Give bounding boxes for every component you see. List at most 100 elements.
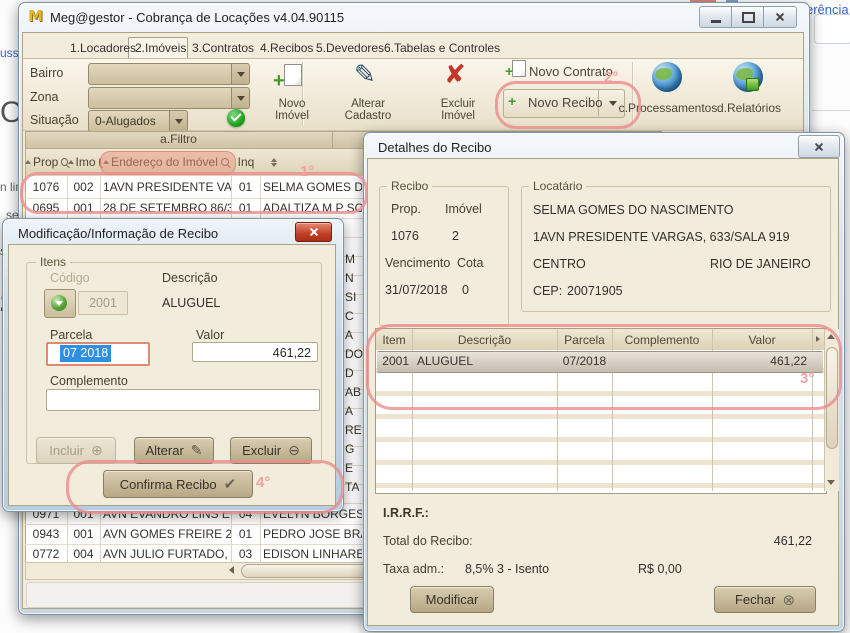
- cell-imo: 001: [68, 525, 99, 544]
- bairro-label: Bairro: [30, 66, 63, 80]
- cota-value: 0: [462, 283, 469, 297]
- cell-nome: ADALTIZA M P SOAR: [263, 199, 362, 218]
- scrollbar-thumb[interactable]: [826, 347, 838, 449]
- parcela-input[interactable]: 07 2018: [46, 342, 150, 366]
- cell-imo: 001: [68, 199, 99, 218]
- close-icon: [814, 142, 824, 152]
- column-scroll-right-icon[interactable]: [816, 336, 820, 342]
- apply-filter-button[interactable]: [227, 109, 245, 127]
- valor-cell: 461,22: [712, 352, 807, 371]
- cell-inq: 01: [232, 199, 259, 218]
- zona-select[interactable]: [88, 87, 250, 109]
- col-header-imo[interactable]: Imo: [68, 148, 100, 176]
- strip-fragment: M: [345, 250, 355, 269]
- total-value: 461,22: [740, 534, 812, 548]
- locatario-bairro: CENTRO: [533, 257, 586, 271]
- strip-fragment: G: [345, 440, 354, 459]
- plus-icon: +: [508, 93, 516, 109]
- tab-contratos[interactable]: 3.Contratos: [192, 38, 254, 58]
- complemento-input[interactable]: [46, 389, 320, 411]
- situacao-select[interactable]: 0-Alugados: [88, 110, 188, 132]
- strip-fragment: A: [345, 402, 353, 421]
- modificar-button[interactable]: Modificar: [410, 586, 494, 613]
- col-prop-label: Prop: [33, 155, 58, 169]
- tab-tabelas-controles[interactable]: 6.Tabelas e Controles: [384, 38, 500, 58]
- taxa-tipo: 3 - Isento: [497, 562, 549, 576]
- cell-nome: SELMA GOMES DO N: [263, 178, 362, 197]
- modal-details-close-button[interactable]: [798, 135, 840, 158]
- item-cell: 2001: [377, 352, 409, 371]
- col-header-item[interactable]: Item: [376, 329, 412, 350]
- excluir-label: Excluir: [242, 443, 281, 458]
- green-dropdown-icon: [51, 295, 67, 311]
- situacao-label: Situação: [30, 113, 79, 127]
- chevron-down-icon: [231, 88, 249, 108]
- check-icon: ✔: [224, 475, 237, 493]
- scroll-left-icon[interactable]: [229, 566, 234, 574]
- col-header-parcela[interactable]: Parcela: [557, 329, 612, 350]
- scroll-down-icon[interactable]: [827, 480, 835, 485]
- excluir-imovel-button[interactable]: ExcluirImóvel: [418, 98, 498, 122]
- close-circle-icon: ⊗: [782, 591, 795, 609]
- modal-edit-close-button[interactable]: [295, 222, 332, 242]
- globe-icon: [652, 62, 682, 92]
- col-header-prop[interactable]: Prop: [25, 148, 68, 176]
- codigo-picker-button[interactable]: [44, 289, 76, 318]
- excluir-button[interactable]: Excluir⊖: [230, 437, 312, 464]
- plus-circle-icon: ⊕: [91, 443, 103, 459]
- delete-x-icon: ✘: [444, 60, 466, 90]
- scroll-up-icon[interactable]: [827, 334, 835, 339]
- plus-icon: +: [505, 63, 513, 79]
- tab-recibos[interactable]: 4.Recibos: [260, 38, 313, 58]
- alterar-cadastro-button[interactable]: AlterarCadastro: [328, 98, 408, 122]
- strip-fragment: DO: [345, 345, 363, 364]
- excluir-label2: Imóvel: [441, 110, 475, 122]
- col-header-descricao[interactable]: Descrição: [412, 329, 557, 350]
- novo-contrato-button[interactable]: Novo Contrato: [529, 64, 613, 79]
- relatorios-button[interactable]: d.Relatórios: [706, 101, 792, 115]
- descricao-label: Descrição: [162, 271, 218, 285]
- cell-imo: 002: [68, 178, 99, 197]
- complemento-label: Complemento: [50, 374, 128, 388]
- valor-input[interactable]: 461,22: [192, 342, 318, 362]
- col-header-inq[interactable]: Inq: [232, 148, 260, 176]
- recibo-group-label: Recibo: [387, 179, 432, 193]
- col-header-valor[interactable]: Valor: [712, 329, 812, 350]
- valor-label: Valor: [196, 328, 224, 342]
- minimize-button[interactable]: [699, 6, 733, 28]
- confirma-label: Confirma Recibo: [120, 477, 217, 492]
- parcela-selection: 07 2018: [60, 345, 111, 362]
- codigo-field[interactable]: 2001: [78, 291, 128, 315]
- total-label: Total do Recibo:: [383, 534, 473, 548]
- alterar-label1: Alterar: [351, 98, 385, 110]
- prop-label: Prop.: [391, 202, 421, 216]
- tab-devedores[interactable]: 5.Devedores: [316, 38, 384, 58]
- chevron-down-icon: [169, 111, 187, 131]
- bairro-select[interactable]: [88, 63, 250, 85]
- processamentos-button[interactable]: c.Processamentos: [616, 101, 720, 115]
- col-header-complemento[interactable]: Complemento: [612, 329, 712, 350]
- filtro-bar-divider: [332, 131, 333, 148]
- toolbar-separator: [632, 62, 633, 126]
- vencimento-value: 31/07/2018: [385, 283, 448, 297]
- col-header-endereco[interactable]: Endereço do Imóvel: [100, 148, 232, 176]
- col-header-nome-sort[interactable]: [264, 148, 284, 176]
- maximize-button[interactable]: [731, 6, 765, 28]
- main-window-title: Meg@gestor - Cobrança de Locações v4.04.…: [50, 10, 344, 25]
- plus-icon: +: [273, 70, 285, 93]
- confirma-recibo-button[interactable]: Confirma Recibo ✔: [103, 470, 253, 498]
- locatario-endereco: 1AVN PRESIDENTE VARGAS, 633/SALA 919: [533, 230, 790, 244]
- fechar-button[interactable]: Fechar⊗: [714, 586, 816, 613]
- tab-locadores[interactable]: 1.Locadores: [70, 38, 136, 58]
- alterar-button[interactable]: Alterar✎: [134, 437, 214, 464]
- tab-imoveis[interactable]: 2.Imóveis: [135, 38, 186, 58]
- app-logo-icon: M: [28, 7, 43, 25]
- incluir-button[interactable]: Incluir⊕: [36, 437, 116, 464]
- minimize-icon: [711, 20, 721, 23]
- novo-imovel-button[interactable]: NovoImóvel: [252, 98, 332, 122]
- close-button[interactable]: [763, 6, 797, 28]
- strip-fragment: RE: [345, 421, 362, 440]
- prop-value: 1076: [391, 229, 419, 243]
- alterar-label: Alterar: [145, 443, 183, 458]
- filtro-tab[interactable]: a.Filtro: [25, 132, 332, 146]
